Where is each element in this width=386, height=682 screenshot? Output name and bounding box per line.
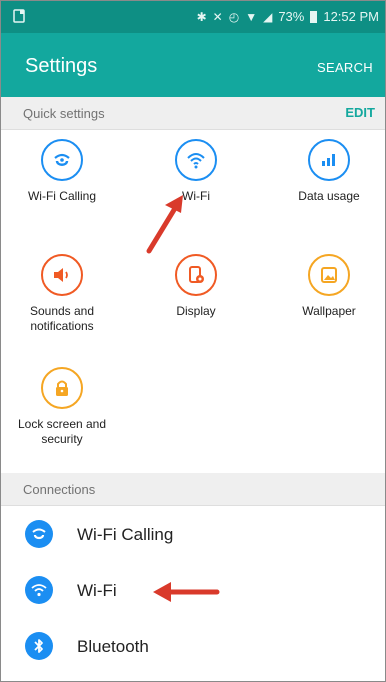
wifi-status-icon: ▼	[245, 9, 258, 24]
notification-icon	[13, 9, 25, 23]
list-item-wifi-calling[interactable]: Wi-Fi Calling	[1, 506, 385, 562]
quick-settings-header: Quick settings EDIT	[1, 97, 385, 130]
page-title: Settings	[25, 55, 98, 77]
list-item-label: Wi-Fi Calling	[77, 525, 174, 544]
alarm-status-icon: ◴	[228, 9, 240, 24]
app-bar: Settings SEARCH	[1, 33, 385, 97]
list-item-bluetooth[interactable]: Bluetooth	[1, 618, 385, 674]
lock-icon	[41, 367, 83, 409]
annotation-arrow-left	[153, 582, 220, 602]
quick-setting-label: Lock screen and security	[17, 417, 107, 446]
data-usage-icon	[308, 139, 350, 181]
list-item-label: Bluetooth	[77, 637, 149, 656]
status-icons: ✱ ✕ ◴ ▼ ◢ 73% 12:52 PM	[197, 9, 379, 24]
quick-setting-lock-screen[interactable]: Lock screen and security	[1, 367, 127, 447]
connections-header: Connections	[1, 473, 385, 506]
quick-settings-grid: Wi-Fi Calling Wi-Fi Data usage Sounds an…	[1, 131, 385, 468]
battery-icon	[310, 10, 318, 23]
quick-setting-label: Display	[176, 304, 216, 318]
clock: 12:52 PM	[323, 9, 379, 24]
mute-status-icon: ✕	[212, 9, 223, 24]
phone-screen: ✱ ✕ ◴ ▼ ◢ 73% 12:52 PM Settings SEARCH Q…	[0, 0, 386, 682]
sound-icon	[41, 254, 83, 296]
wifi-icon	[25, 576, 53, 604]
edit-button[interactable]: EDIT	[345, 105, 375, 120]
quick-setting-sounds[interactable]: Sounds and notifications	[1, 254, 127, 334]
wifi-icon	[175, 139, 217, 181]
quick-setting-wifi-calling[interactable]: Wi-Fi Calling	[1, 139, 127, 204]
list-item-label: Wi-Fi	[77, 581, 117, 600]
signal-status-icon: ◢	[263, 9, 273, 24]
search-button[interactable]: SEARCH	[317, 60, 373, 75]
section-label: Quick settings	[23, 106, 105, 121]
quick-setting-label: Wallpaper	[302, 304, 356, 318]
quick-setting-label: Sounds and notifications	[29, 304, 95, 333]
bluetooth-status-icon: ✱	[196, 9, 207, 24]
quick-setting-label: Data usage	[298, 189, 360, 203]
bluetooth-icon	[25, 632, 53, 660]
quick-setting-wallpaper[interactable]: Wallpaper	[264, 254, 385, 319]
battery-percent: 73%	[278, 9, 305, 24]
quick-setting-display[interactable]: Display	[131, 254, 261, 319]
wallpaper-icon	[308, 254, 350, 296]
quick-setting-data-usage[interactable]: Data usage	[264, 139, 385, 204]
quick-setting-label: Wi-Fi Calling	[27, 189, 96, 203]
status-bar: ✱ ✕ ◴ ▼ ◢ 73% 12:52 PM	[1, 1, 385, 33]
section-label: Connections	[23, 482, 96, 497]
wifi-calling-icon	[41, 139, 83, 181]
annotation-arrow-up	[146, 195, 183, 254]
wifi-calling-icon	[25, 520, 53, 548]
